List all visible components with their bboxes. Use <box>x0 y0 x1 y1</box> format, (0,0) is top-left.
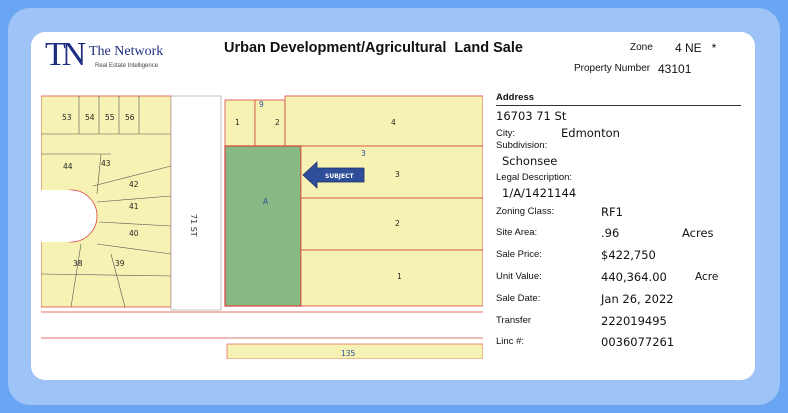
sale-price-label: Sale Price: <box>496 249 542 260</box>
transfer-value: 222019495 <box>601 314 667 328</box>
unit-value-label: Unit Value: <box>496 271 542 282</box>
zoning-class-label: Zoning Class: <box>496 206 555 217</box>
sale-date-label: Sale Date: <box>496 293 541 304</box>
lot-number: 54 <box>85 113 95 122</box>
street-label: 71 ST <box>189 214 198 237</box>
parcel-label: A <box>263 197 269 206</box>
sale-price-value: $422,750 <box>601 248 656 262</box>
address-divider <box>496 105 741 106</box>
lot-number: 56 <box>125 113 135 122</box>
lot-right-1 <box>300 249 483 307</box>
lot-number: 38 <box>73 259 83 268</box>
brand-name: The Network <box>89 44 164 59</box>
lot-number: 40 <box>129 229 139 238</box>
zone-value: 4 NE * <box>675 41 717 55</box>
lot-number: 55 <box>105 113 115 122</box>
address-value: 16703 71 St <box>496 109 567 123</box>
lot-top-4 <box>284 95 483 147</box>
lot-right-2 <box>300 197 483 251</box>
lot-top-1 <box>224 99 256 147</box>
site-area-label: Site Area: <box>496 227 538 238</box>
site-area-unit: Acres <box>682 226 714 240</box>
address-heading: Address <box>496 92 535 103</box>
brand-logo-mark: TN <box>45 36 86 73</box>
lot-number: 41 <box>129 202 139 211</box>
legal-description-value: 1/A/1421144 <box>502 186 577 200</box>
site-area-value: .96 <box>601 226 620 240</box>
lot-number: 42 <box>129 180 139 189</box>
property-number-label: Property Number <box>574 63 651 74</box>
lot-number: 4 <box>391 118 396 127</box>
brand-tagline: Real Estate Intelligence <box>95 63 159 69</box>
unit-value-value: 440,364.00 <box>601 270 667 284</box>
linc-value: 0036077261 <box>601 335 675 349</box>
subject-arrow-label: SUBJECT <box>325 173 355 180</box>
parcel-map: 71 ST SUBJECT 53 54 55 56 44 43 42 41 40… <box>41 94 483 359</box>
subdivision-value: Schonsee <box>502 154 558 168</box>
lot-number: 53 <box>62 113 72 122</box>
lot-number: 1 <box>235 118 240 127</box>
zoning-class-value: RF1 <box>601 205 623 219</box>
lot-number: 43 <box>101 159 111 168</box>
lot-number: 1 <box>397 272 402 281</box>
subdivision-label: Subdivision: <box>496 140 548 151</box>
city-value: Edmonton <box>561 126 620 140</box>
linc-label: Linc #: <box>496 336 524 347</box>
lot-number: 3 <box>395 170 400 179</box>
subject-parcel <box>224 145 302 307</box>
property-number-value: 43101 <box>658 62 692 76</box>
property-card: TN The Network Real Estate Intelligence … <box>31 32 755 380</box>
lot-number: 3 <box>361 149 366 158</box>
lot-number: 2 <box>275 118 280 127</box>
transfer-label: Transfer <box>496 315 532 326</box>
lot-number: 39 <box>115 259 125 268</box>
lot-number: 44 <box>63 162 73 171</box>
sale-date-value: Jan 26, 2022 <box>601 292 674 306</box>
page-title: Urban Development/Agricultural Land Sale <box>224 40 523 56</box>
legal-description-label: Legal Description: <box>496 172 573 183</box>
road-71-st <box>170 95 222 311</box>
lot-number: 9 <box>259 100 264 109</box>
unit-value-unit: Acre <box>695 271 719 283</box>
zone-label: Zone <box>630 42 653 53</box>
city-label: City: <box>496 128 515 139</box>
lot-number: 2 <box>395 219 400 228</box>
bottom-lot-number: 135 <box>341 349 356 358</box>
